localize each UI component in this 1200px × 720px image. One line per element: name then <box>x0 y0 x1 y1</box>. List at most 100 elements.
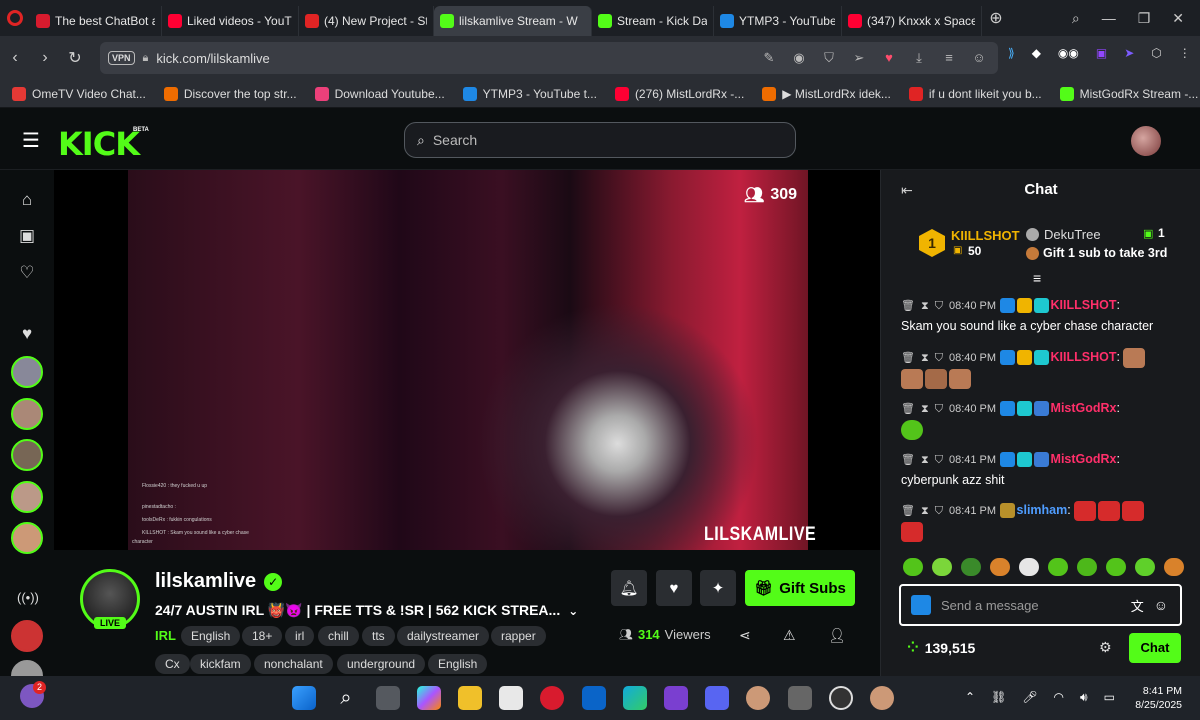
angel-pepe-emote-icon[interactable] <box>932 558 952 576</box>
stream-tag[interactable]: dailystreamer <box>397 626 490 646</box>
browser-tab[interactable]: Stream - Kick Dash <box>592 6 714 36</box>
browse-icon[interactable]: ▣ <box>17 226 37 246</box>
message-username[interactable]: MistGodRx <box>1051 401 1117 415</box>
profile-icon[interactable]: ☺ <box>972 51 986 65</box>
windows-start-icon[interactable] <box>292 686 316 710</box>
volume-icon[interactable]: 🔊︎ <box>1080 690 1088 705</box>
stream-tag[interactable]: irl <box>285 626 315 646</box>
forward-button[interactable]: › <box>30 49 60 67</box>
pepe-emote-icon[interactable] <box>1106 558 1126 576</box>
file-explorer-icon[interactable] <box>458 686 482 710</box>
pepe-emote-icon[interactable] <box>1077 558 1097 576</box>
chevron-down-icon[interactable]: ⌄ <box>568 604 578 618</box>
clip-sparkle-button[interactable]: ✦ <box>700 570 736 606</box>
browser-tab[interactable]: Liked videos - YouTub <box>162 6 299 36</box>
bookmark-item[interactable]: ▶ MistLordRx idek... <box>762 86 891 101</box>
back-button[interactable]: ‹ <box>0 49 30 67</box>
url-field[interactable]: VPN 🔒︎ kick.com/lilskamlive ✎ ◉ ⛉ ➢ ♥ ⤓ … <box>100 42 998 74</box>
browser-tab[interactable]: (347) Knxxk x Spacegh <box>842 6 982 36</box>
hamburger-menu-icon[interactable]: ☰ <box>22 128 40 153</box>
angry-emote-icon[interactable] <box>990 558 1010 576</box>
site-search[interactable]: ⌕ Search <box>404 122 796 158</box>
menu-lines-icon[interactable]: ≡ <box>942 51 956 65</box>
delete-icon[interactable]: 🗑︎ <box>901 501 915 521</box>
system-clock[interactable]: 8:41 PM 8/25/2025 <box>1122 684 1182 712</box>
browser-tab[interactable]: YTMP3 - YouTube to M <box>714 6 842 36</box>
gift-subs-button[interactable]: 🎁︎ Gift Subs <box>745 570 855 606</box>
edge-icon[interactable] <box>623 686 647 710</box>
delete-icon[interactable]: 🗑︎ <box>901 399 915 419</box>
ban-shield-icon[interactable]: ⛉ <box>935 501 943 521</box>
stream-tag[interactable]: chill <box>318 626 359 646</box>
wifi-icon[interactable]: ◠ <box>1054 690 1064 705</box>
extension-eyes-icon[interactable]: ◉◉ <box>1058 46 1079 60</box>
url-text[interactable]: kick.com/lilskamlive <box>156 51 269 66</box>
stream-tag[interactable]: kickfam <box>190 654 251 674</box>
restore-window-icon[interactable]: ❐ <box>1138 10 1151 27</box>
shield-icon[interactable]: ⛉ <box>822 51 836 65</box>
bookmark-item[interactable]: OmeTV Video Chat... <box>12 86 146 101</box>
stream-tag[interactable]: nonchalant <box>254 654 333 674</box>
second-gifter-name[interactable]: DekuTree <box>1044 227 1101 242</box>
more-icon[interactable]: ⋮ <box>1179 46 1191 60</box>
timeout-icon[interactable]: ⧗ <box>921 501 929 521</box>
extension-wave-icon[interactable]: ⟫ <box>1008 46 1015 60</box>
bookmark-item[interactable]: Download Youtube... <box>314 86 445 101</box>
bookmark-item[interactable]: if u dont likeit you b... <box>908 86 1042 101</box>
download-icon[interactable]: ⤓ <box>912 51 926 65</box>
stream-tag[interactable]: underground <box>337 654 426 674</box>
camera-icon[interactable]: ◉ <box>792 51 806 65</box>
stream-tag[interactable]: rapper <box>491 626 546 646</box>
app-avatar-icon[interactable] <box>870 686 894 710</box>
opera-menu-icon[interactable] <box>0 0 30 36</box>
channel-points[interactable]: ⁘ 139,515 <box>907 639 975 656</box>
bookmark-item[interactable]: YTMP3 - YouTube t... <box>462 86 597 101</box>
delete-icon[interactable]: 🗑︎ <box>901 348 915 368</box>
bookmark-item[interactable]: Discover the top str... <box>163 86 297 101</box>
hood-pepe-emote-icon[interactable] <box>961 558 981 576</box>
stream-tag[interactable]: English <box>181 626 241 646</box>
browser-tab[interactable]: (4) New Project - Stud <box>299 6 434 36</box>
extensions-cube-icon[interactable]: ⬡ <box>1151 46 1161 60</box>
user-avatar[interactable] <box>1131 126 1161 156</box>
add-user-icon[interactable]: 👤︎ <box>828 627 846 644</box>
reload-button[interactable]: ↻ <box>60 48 90 68</box>
delete-icon[interactable]: 🗑︎ <box>901 450 915 470</box>
notification-bell-button[interactable]: 🔔︎ <box>611 570 647 606</box>
bookmark-item[interactable]: (276) MistLordRx -... <box>614 86 744 101</box>
extension-arrow-icon[interactable]: ➤ <box>1124 46 1134 60</box>
gift-cta[interactable]: Gift 1 sub to take 3rd <box>1043 246 1167 260</box>
browser-tab[interactable]: The best ChatBot and <box>30 6 162 36</box>
share-icon[interactable]: ⋖ <box>739 627 751 644</box>
send-icon[interactable]: ➢ <box>852 51 866 65</box>
message-username[interactable]: KIILLSHOT <box>1051 298 1117 312</box>
pepe-emote-icon[interactable] <box>1135 558 1155 576</box>
emoji-icon[interactable]: ☺ <box>1154 597 1168 613</box>
home-icon[interactable]: ⌂ <box>17 190 37 210</box>
copilot-icon[interactable] <box>417 686 441 710</box>
kick-logo[interactable]: KICK <box>58 125 140 163</box>
site-info-icon[interactable]: 🔒︎ <box>143 52 149 65</box>
browser-tab[interactable]: lilskamlive Stream - W <box>434 6 592 36</box>
timeout-icon[interactable]: ⧗ <box>921 296 929 316</box>
channel-name-text[interactable]: lilskamlive <box>155 570 256 593</box>
stream-category[interactable]: IRL <box>155 628 176 643</box>
delete-icon[interactable]: 🗑︎ <box>901 296 915 316</box>
stream-tag[interactable]: English <box>428 654 488 674</box>
extension-diamond-icon[interactable]: ◆ <box>1032 46 1041 60</box>
channel-name[interactable]: lilskamlive ✓ <box>155 570 283 593</box>
discord-icon[interactable] <box>705 686 729 710</box>
store-icon[interactable] <box>499 686 523 710</box>
microphone-icon[interactable]: 🎤︎ <box>1022 690 1037 705</box>
skull-emote-icon[interactable] <box>1019 558 1039 576</box>
network-share-icon[interactable]: ⛓ <box>991 690 1006 705</box>
pepe-emote-icon[interactable] <box>903 558 923 576</box>
search-tabs-icon[interactable]: ⌕ <box>1072 10 1080 27</box>
close-window-icon[interactable]: ✕ <box>1172 10 1184 27</box>
ban-shield-icon[interactable]: ⛉ <box>935 399 943 419</box>
vpn-badge[interactable]: VPN <box>108 51 135 65</box>
followed-channel-avatar[interactable] <box>11 356 43 388</box>
send-chat-button[interactable]: Chat <box>1129 633 1181 663</box>
battery-icon[interactable]: ▭ <box>1104 690 1115 705</box>
gift-emote-icon[interactable] <box>1164 558 1184 576</box>
